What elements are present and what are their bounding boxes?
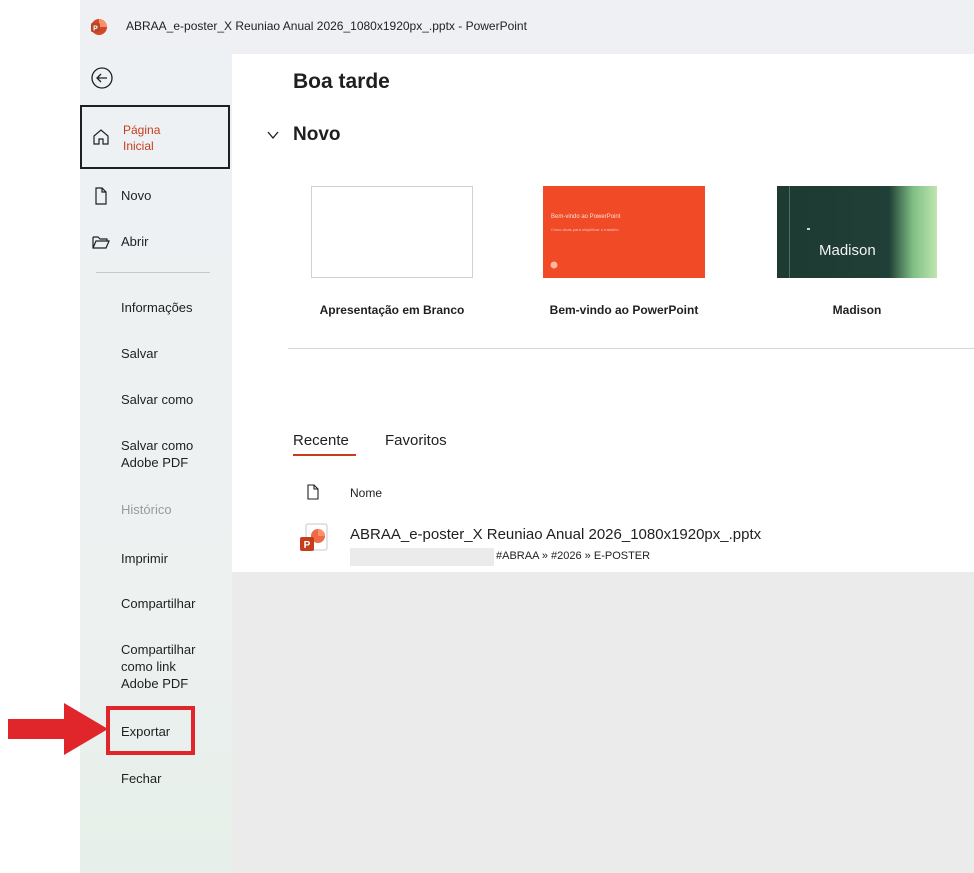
new-section-title[interactable]: Novo	[293, 124, 341, 146]
madison-strip	[789, 186, 790, 278]
file-type-column-icon	[307, 484, 319, 500]
template-blank[interactable]	[311, 186, 473, 278]
nav-new[interactable]: Novo	[80, 185, 230, 207]
template-madison-label[interactable]: Madison	[777, 303, 937, 317]
template-madison[interactable]: Madison	[777, 186, 937, 278]
tab-recent-underline	[293, 454, 356, 456]
powerpoint-mini-icon	[550, 261, 558, 269]
madison-thumb-word: Madison	[819, 242, 876, 259]
nav-share[interactable]: Compartilhar	[121, 595, 226, 612]
nav-print[interactable]: Imprimir	[121, 550, 226, 567]
nav-divider	[96, 272, 210, 273]
nav-save-as[interactable]: Salvar como	[121, 391, 226, 408]
new-document-icon	[95, 187, 107, 205]
nav-home[interactable]: Página Inicial	[80, 105, 230, 169]
tab-recent[interactable]: Recente	[293, 432, 349, 449]
svg-text:P: P	[304, 540, 311, 551]
section-separator	[288, 348, 974, 349]
recent-file-name: ABRAA_e-poster_X Reuniao Anual 2026_1080…	[350, 526, 762, 543]
home-icon	[93, 129, 109, 145]
open-folder-icon	[92, 236, 110, 249]
welcome-thumb-title: Bem-vindo ao PowerPoint	[551, 214, 621, 220]
nav-export[interactable]: Exportar	[121, 723, 226, 740]
madison-dot	[807, 228, 810, 230]
template-welcome-label[interactable]: Bem-vindo ao PowerPoint	[527, 303, 721, 317]
nav-close[interactable]: Fechar	[121, 770, 226, 787]
nav-home-label: Página Inicial	[123, 123, 161, 153]
empty-list-area	[232, 572, 974, 873]
powerpoint-logo-icon: P	[91, 19, 107, 35]
pptx-file-icon: P	[300, 523, 328, 551]
nav-save[interactable]: Salvar	[121, 345, 226, 362]
nav-history: Histórico	[121, 502, 172, 517]
nav-new-label: Novo	[121, 188, 152, 203]
welcome-thumb-subtitle: Cinco dicas para simplificar o trabalho	[551, 227, 619, 232]
window-title: ABRAA_e-poster_X Reuniao Anual 2026_1080…	[126, 19, 527, 33]
column-name-header[interactable]: Nome	[350, 486, 382, 500]
nav-open-label: Abrir	[121, 234, 149, 249]
redacted-path-block	[350, 548, 494, 566]
svg-text:P: P	[93, 26, 98, 33]
template-blank-label[interactable]: Apresentação em Branco	[311, 303, 473, 317]
chevron-down-icon[interactable]	[266, 128, 280, 142]
template-welcome[interactable]: Bem-vindo ao PowerPoint Cinco dicas para…	[543, 186, 705, 278]
greeting: Boa tarde	[293, 70, 390, 93]
main-panel: Boa tarde Novo Bem-vindo ao PowerPoint C…	[232, 54, 974, 873]
tab-favorites[interactable]: Favoritos	[385, 432, 447, 449]
nav-share-pdf-link[interactable]: Compartilhar como link Adobe PDF	[121, 641, 205, 692]
recent-file-row[interactable]: P ABRAA_e-poster_X Reuniao Anual 2026_10…	[290, 510, 974, 572]
nav-open[interactable]: Abrir	[80, 231, 230, 253]
back-arrow-icon[interactable]	[90, 66, 114, 90]
nav-info[interactable]: Informações	[121, 299, 226, 316]
nav-save-as-pdf[interactable]: Salvar como Adobe PDF	[121, 437, 211, 471]
title-bar: P ABRAA_e-poster_X Reuniao Anual 2026_10…	[80, 0, 974, 54]
recent-file-path: #ABRAA » #2026 » E-POSTER	[496, 550, 651, 562]
red-arrow-icon	[8, 703, 108, 755]
